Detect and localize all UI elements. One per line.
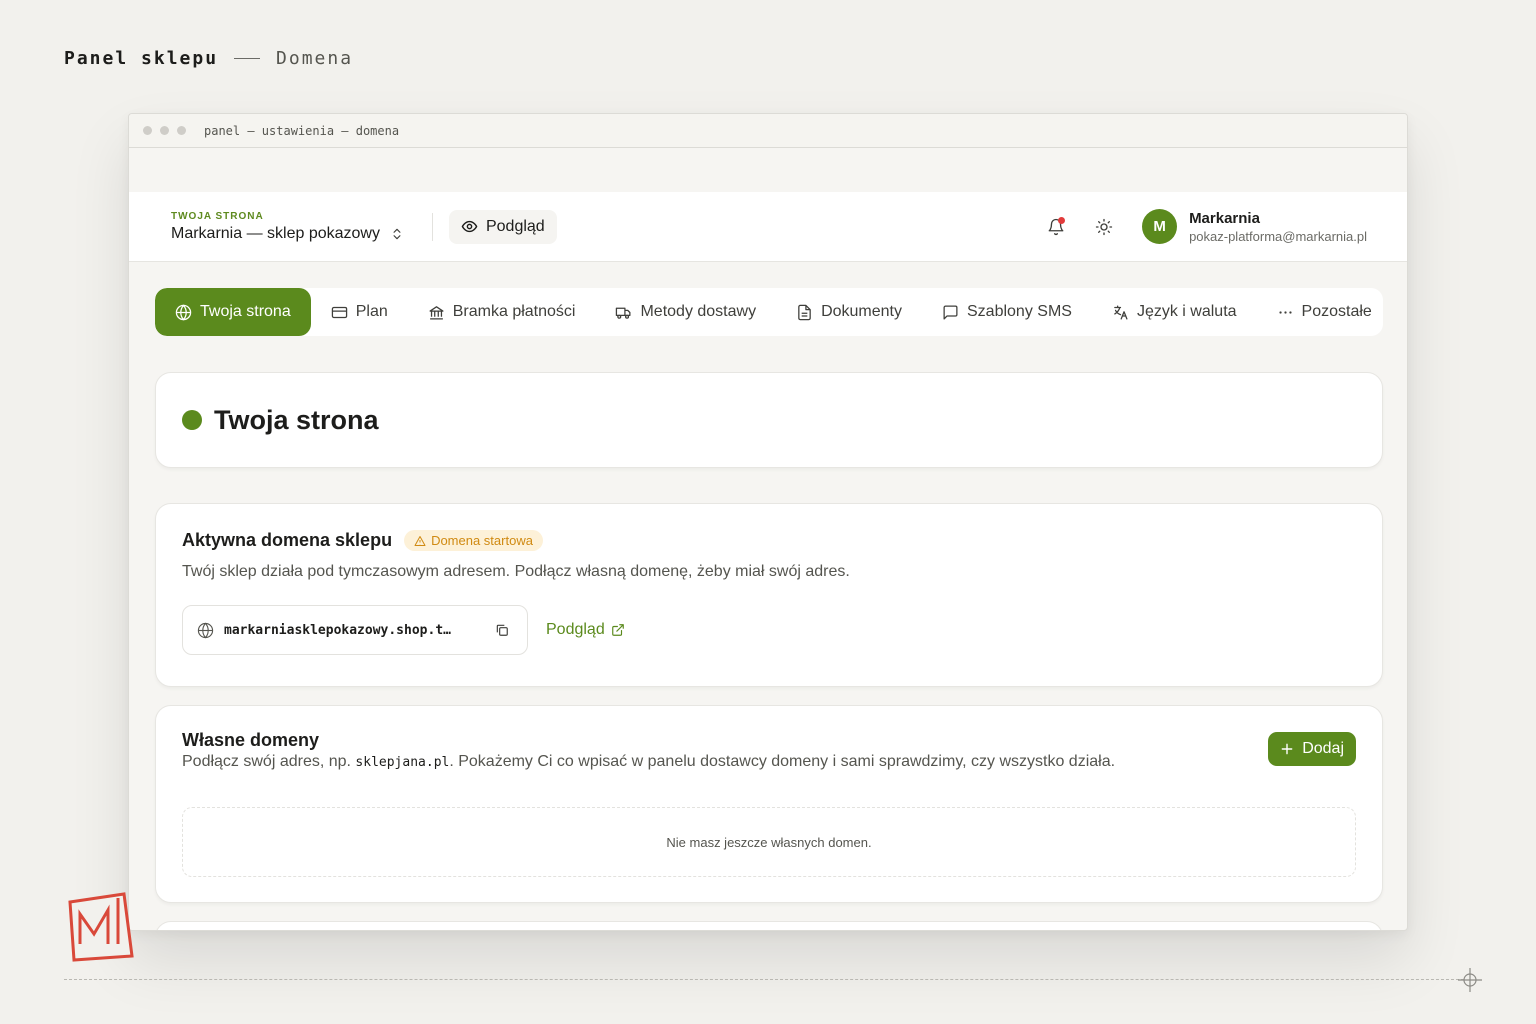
avatar: M <box>1142 209 1178 244</box>
bank-icon <box>429 305 444 320</box>
window-dot-minimize[interactable] <box>160 126 169 135</box>
tab-label: Metody dostawy <box>640 303 757 320</box>
sun-icon <box>1095 218 1113 235</box>
site-switcher[interactable]: TWOJA STRONA Markarnia — sklep pokazowy <box>171 211 404 243</box>
site-name: Markarnia — sklep pokazowy <box>171 224 380 242</box>
card-icon <box>331 306 347 318</box>
status-badge: Domena startowa <box>404 530 543 551</box>
preview-button[interactable]: Podgląd <box>448 209 557 244</box>
active-domain-description: Twój sklep działa pod tymczasowym adrese… <box>182 563 850 580</box>
empty-state: Nie masz jeszcze własnych domen. <box>182 807 1356 877</box>
tab-jezyk-i-waluta[interactable]: Język i waluta <box>1092 288 1257 336</box>
chevron-up-down-icon <box>393 228 401 239</box>
document-icon <box>798 304 811 320</box>
page-header: Panel sklepu Domena <box>64 48 353 69</box>
empty-state-text: Nie masz jeszcze własnych domen. <box>666 834 872 850</box>
tab-szablony-sms[interactable]: Szablony SMS <box>922 288 1092 336</box>
domain-value: markarniasklepokazowy.shop.t… <box>224 622 451 638</box>
add-domain-button[interactable]: Dodaj <box>1268 732 1356 766</box>
page-title-card: Twoja strona <box>155 372 1383 468</box>
theme-toggle[interactable] <box>1088 211 1120 243</box>
page-title: Twoja strona <box>214 404 379 435</box>
truck-icon <box>616 307 631 319</box>
window-dot-maximize[interactable] <box>177 126 186 135</box>
more-icon <box>1278 310 1292 314</box>
tab-label: Pozostałe <box>1301 303 1372 320</box>
domain-preview-label: Podgląd <box>546 621 605 638</box>
domain-preview-link[interactable]: Podgląd <box>546 621 625 639</box>
own-domains-title: Własne domeny <box>182 730 320 750</box>
page-header-subtitle: Domena <box>276 48 354 69</box>
copy-button[interactable] <box>491 619 513 641</box>
domain-field[interactable]: markarniasklepokazowy.shop.t… <box>182 605 528 655</box>
notification-dot <box>1058 216 1066 224</box>
window-controls <box>143 126 186 135</box>
eye-icon <box>461 220 478 233</box>
tab-metody-dostawy[interactable]: Metody dostawy <box>595 288 776 336</box>
status-dot <box>182 410 202 430</box>
plus-icon <box>1281 743 1293 755</box>
own-domains-description: Podłącz swój adres, np. sklepjana.pl. Po… <box>182 753 1356 771</box>
tab-label: Bramka płatności <box>452 303 576 320</box>
app-window: panel — ustawienia — domena TWOJA STRONA… <box>128 113 1408 931</box>
header-divider <box>234 58 261 59</box>
window-titlebar: panel — ustawienia — domena <box>129 114 1407 148</box>
user-email: pokaz-platforma@markarnia.pl <box>1189 228 1367 244</box>
tab-twoja-strona[interactable]: Twoja strona <box>155 288 311 336</box>
tab-label: Szablony SMS <box>967 303 1072 320</box>
user-name: Markarnia <box>1189 209 1260 227</box>
logo-icon <box>68 892 134 962</box>
user-menu[interactable]: M Markarnia pokaz-platforma@markarnia.pl <box>1142 209 1367 244</box>
top-bar: TWOJA STRONA Markarnia — sklep pokazowy … <box>129 192 1407 262</box>
tab-plan[interactable]: Plan <box>311 288 408 336</box>
external-link-icon <box>611 624 624 636</box>
globe-icon <box>175 303 192 321</box>
chat-icon <box>943 304 958 320</box>
bottom-divider <box>64 979 1464 980</box>
window-path: panel — ustawienia — domena <box>204 123 400 138</box>
notifications-button[interactable] <box>1040 211 1072 243</box>
tab-label: Plan <box>355 303 388 320</box>
globe-icon <box>197 622 214 638</box>
badge-label: Domena startowa <box>431 533 533 548</box>
tab-dokumenty[interactable]: Dokumenty <box>776 288 922 336</box>
settings-tabs: Twoja strona Plan Bramka płatności Metod… <box>155 288 1383 336</box>
active-domain-card: Aktywna domena sklepu Domena startowa Tw… <box>155 503 1383 687</box>
desc-part: Podłącz swój adres, np. <box>182 753 356 770</box>
tab-bramka-platnosci[interactable]: Bramka płatności <box>408 288 596 336</box>
example-domain: sklepjana.pl <box>355 755 450 770</box>
tab-pozostale[interactable]: Pozostałe <box>1257 288 1383 336</box>
crosshair-icon <box>1458 968 1482 992</box>
translate-icon <box>1114 304 1128 320</box>
add-domain-label: Dodaj <box>1302 740 1344 757</box>
tab-label: Dokumenty <box>821 303 902 320</box>
site-eyebrow: TWOJA STRONA <box>171 210 264 222</box>
page-header-title: Panel sklepu <box>64 48 219 69</box>
next-card <box>155 921 1383 930</box>
desc-part: . Pokażemy Ci co wpisać w panelu dostawc… <box>449 753 1116 770</box>
active-domain-title: Aktywna domena sklepu <box>182 530 393 550</box>
preview-button-label: Podgląd <box>485 217 545 235</box>
tab-label: Język i waluta <box>1136 303 1237 320</box>
warning-icon <box>414 535 426 546</box>
window-dot-close[interactable] <box>143 126 152 135</box>
tab-label: Twoja strona <box>200 303 291 320</box>
own-domains-card: Własne domeny Podłącz swój adres, np. sk… <box>155 705 1383 903</box>
copy-icon <box>496 624 508 636</box>
topbar-divider <box>431 212 433 241</box>
